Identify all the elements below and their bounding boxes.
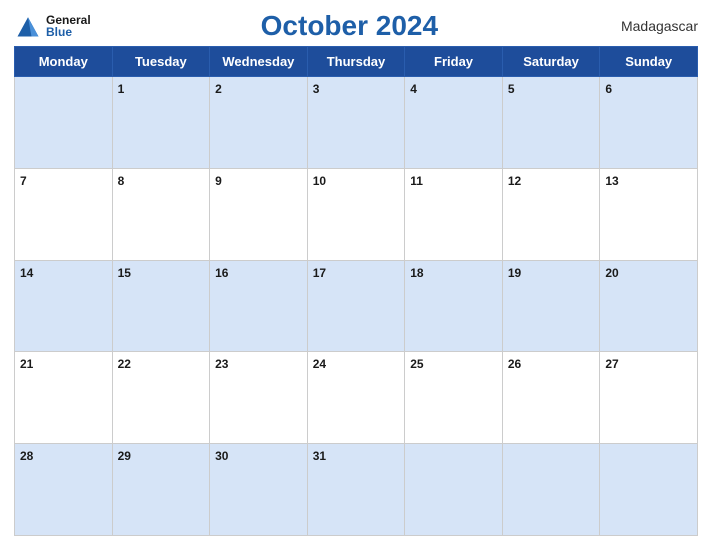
day-number: 12	[508, 174, 521, 188]
calendar-cell: 16	[210, 260, 308, 352]
calendar-cell: 30	[210, 444, 308, 536]
calendar-cell: 3	[307, 77, 405, 169]
day-number: 21	[20, 357, 33, 371]
calendar-cell: 31	[307, 444, 405, 536]
weekday-header-tuesday: Tuesday	[112, 47, 210, 77]
calendar-cell: 21	[15, 352, 113, 444]
day-number: 11	[410, 174, 423, 188]
day-number: 31	[313, 449, 326, 463]
day-number: 1	[118, 82, 125, 96]
calendar-week-5: 28 29 30 31	[15, 444, 698, 536]
calendar-cell: 7	[15, 168, 113, 260]
calendar-cell: 5	[502, 77, 600, 169]
day-number: 2	[215, 82, 222, 96]
day-number: 13	[605, 174, 618, 188]
country-label: Madagascar	[608, 18, 698, 34]
day-number: 17	[313, 266, 326, 280]
day-number: 23	[215, 357, 228, 371]
calendar-cell: 25	[405, 352, 503, 444]
weekday-header-sunday: Sunday	[600, 47, 698, 77]
calendar-week-1: 1 2 3 4 5 6	[15, 77, 698, 169]
month-title: October 2024	[91, 10, 608, 42]
day-number: 14	[20, 266, 33, 280]
calendar: MondayTuesdayWednesdayThursdayFridaySatu…	[14, 46, 698, 536]
calendar-cell: 27	[600, 352, 698, 444]
calendar-cell: 14	[15, 260, 113, 352]
weekday-header-monday: Monday	[15, 47, 113, 77]
calendar-cell: 6	[600, 77, 698, 169]
calendar-week-2: 7 8 9 10 11 12 13	[15, 168, 698, 260]
weekday-header-thursday: Thursday	[307, 47, 405, 77]
calendar-cell: 28	[15, 444, 113, 536]
calendar-cell: 22	[112, 352, 210, 444]
calendar-cell: 15	[112, 260, 210, 352]
calendar-cell	[405, 444, 503, 536]
calendar-cell: 24	[307, 352, 405, 444]
day-number: 15	[118, 266, 131, 280]
day-number: 8	[118, 174, 125, 188]
day-number: 19	[508, 266, 521, 280]
calendar-cell	[15, 77, 113, 169]
logo-blue-text: Blue	[46, 26, 91, 38]
day-number: 20	[605, 266, 618, 280]
calendar-cell: 1	[112, 77, 210, 169]
calendar-cell: 9	[210, 168, 308, 260]
calendar-cell	[502, 444, 600, 536]
calendar-cell: 12	[502, 168, 600, 260]
calendar-week-3: 14 15 16 17 18 19 20	[15, 260, 698, 352]
day-number: 29	[118, 449, 131, 463]
day-number: 9	[215, 174, 222, 188]
calendar-cell: 11	[405, 168, 503, 260]
weekday-header-saturday: Saturday	[502, 47, 600, 77]
calendar-cell: 13	[600, 168, 698, 260]
calendar-cell: 8	[112, 168, 210, 260]
weekday-header-friday: Friday	[405, 47, 503, 77]
day-number: 26	[508, 357, 521, 371]
day-number: 4	[410, 82, 417, 96]
calendar-cell: 29	[112, 444, 210, 536]
day-number: 18	[410, 266, 423, 280]
day-number: 3	[313, 82, 320, 96]
calendar-week-4: 21 22 23 24 25 26 27	[15, 352, 698, 444]
calendar-cell	[600, 444, 698, 536]
day-number: 28	[20, 449, 33, 463]
calendar-cell: 4	[405, 77, 503, 169]
day-number: 27	[605, 357, 618, 371]
logo-icon	[14, 12, 42, 40]
calendar-cell: 17	[307, 260, 405, 352]
calendar-cell: 18	[405, 260, 503, 352]
day-number: 5	[508, 82, 515, 96]
day-number: 10	[313, 174, 326, 188]
day-number: 6	[605, 82, 612, 96]
day-number: 30	[215, 449, 228, 463]
calendar-cell: 10	[307, 168, 405, 260]
calendar-cell: 20	[600, 260, 698, 352]
logo: General Blue	[14, 12, 91, 40]
day-number: 7	[20, 174, 27, 188]
day-number: 24	[313, 357, 326, 371]
day-number: 16	[215, 266, 228, 280]
day-number: 25	[410, 357, 423, 371]
weekday-header-wednesday: Wednesday	[210, 47, 308, 77]
calendar-cell: 23	[210, 352, 308, 444]
calendar-cell: 19	[502, 260, 600, 352]
calendar-cell: 2	[210, 77, 308, 169]
day-number: 22	[118, 357, 131, 371]
calendar-cell: 26	[502, 352, 600, 444]
